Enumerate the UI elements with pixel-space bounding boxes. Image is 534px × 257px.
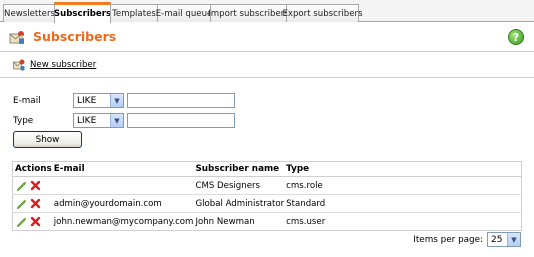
email-filter-label: E-mail [13,96,41,106]
tab-bar: Newsletters Subscribers Templates E-mail… [0,0,534,23]
column-header-actions[interactable]: Actions [12,161,52,177]
table-header-row: Actions E-mail Subscriber name Type [12,161,522,177]
column-header-name[interactable]: Subscriber name [193,161,285,177]
column-header-type[interactable]: Type [284,161,522,177]
delete-icon[interactable] [30,198,41,209]
cell-name: John Newman [195,216,255,227]
delete-icon[interactable] [30,216,41,227]
items-per-page-label: Items per page: [413,234,483,245]
cell-email: john.newman@mycompany.com [53,216,194,227]
chevron-down-icon[interactable]: ▼ [110,114,123,127]
email-operator-select[interactable]: LIKE ▼ [73,93,124,108]
tab-import-subscribers[interactable]: Import subscribers [208,4,289,22]
delete-icon[interactable] [30,180,41,191]
email-filter-input[interactable] [127,93,235,108]
email-operator-value: LIKE [77,95,97,106]
edit-icon[interactable] [16,198,27,209]
new-subscriber-link[interactable]: New subscriber [30,60,96,70]
tab-templates[interactable]: Templates [110,4,158,22]
tab-subscribers[interactable]: Subscribers [54,2,111,23]
table-row: admin@yourdomain.com Global Administrato… [12,194,522,213]
type-operator-select[interactable]: LIKE ▼ [73,113,124,128]
new-subscriber-action[interactable]: New subscriber [13,59,96,71]
show-button[interactable]: Show [13,131,82,148]
cell-type: cms.role [284,176,522,195]
table-row: john.newman@mycompany.com John Newman cm… [13,213,522,231]
chevron-down-icon[interactable]: ▼ [110,94,123,107]
cell-name: Global Administrator [193,194,285,213]
cell-email: admin@yourdomain.com [51,194,194,213]
new-subscriber-icon [13,59,25,71]
type-filter-input[interactable] [127,113,235,128]
cell-type: cms.user [286,216,326,227]
table-row: CMS Designers cms.role [12,176,522,195]
paging: Items per page: 25 ▼ [413,232,521,247]
edit-icon[interactable] [16,180,27,191]
divider [0,77,534,78]
cell-email [51,176,194,195]
type-operator-value: LIKE [77,115,97,126]
items-per-page-value: 25 [491,234,503,245]
page-header: Subscribers ? [0,23,534,51]
cell-type: Standard [284,194,522,213]
tab-newsletters[interactable]: Newsletters [3,4,56,22]
type-filter-label: Type [13,116,34,126]
divider [0,51,534,52]
tab-email-queue[interactable]: E-mail queue [156,4,212,22]
column-header-email[interactable]: E-mail [51,161,194,177]
page-title: Subscribers [33,29,117,44]
subscribers-table: Actions E-mail Subscriber name Type CMS … [12,161,522,231]
cell-name: CMS Designers [193,176,285,195]
items-per-page-select[interactable]: 25 ▼ [487,232,521,247]
tab-export-subscribers[interactable]: Export subscribers [282,4,363,22]
subscribers-icon [9,31,24,44]
chevron-down-icon[interactable]: ▼ [507,233,520,246]
help-icon[interactable]: ? [508,29,524,45]
edit-icon[interactable] [16,216,27,227]
